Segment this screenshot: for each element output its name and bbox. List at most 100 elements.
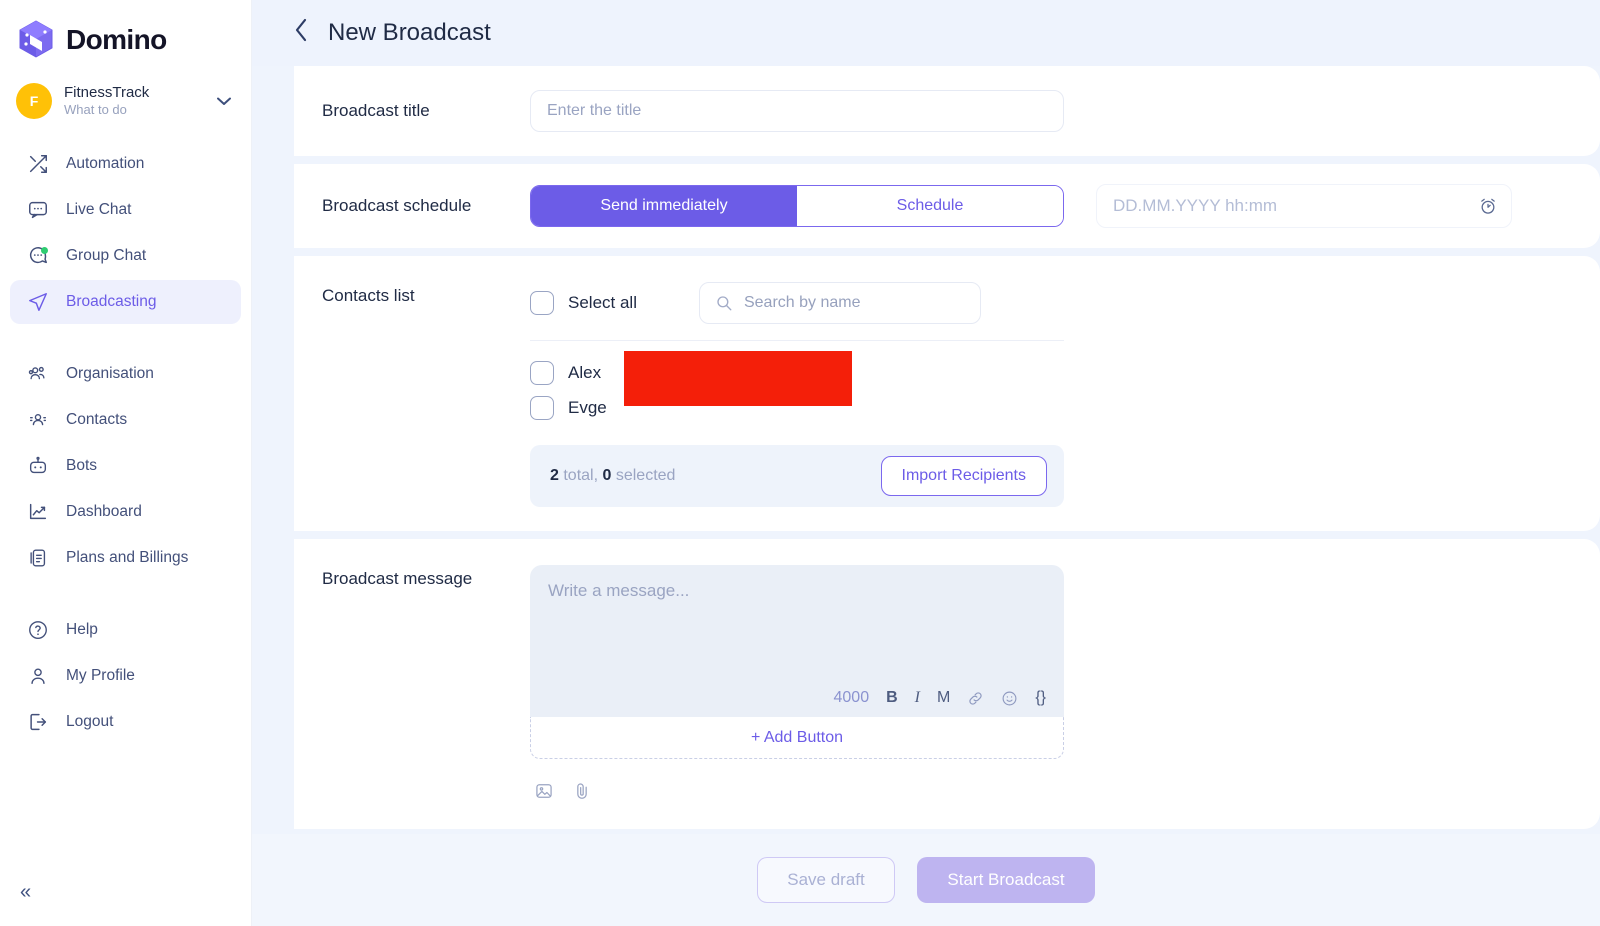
sidebar-item-group-chat[interactable]: Group Chat xyxy=(10,234,241,278)
redaction-overlay xyxy=(624,351,852,406)
robot-icon xyxy=(26,454,50,478)
page-header: New Broadcast xyxy=(252,0,1600,66)
unread-dot xyxy=(41,247,48,254)
page-title: New Broadcast xyxy=(328,19,491,46)
sidebar-item-automation[interactable]: Automation xyxy=(10,142,241,186)
org-switcher[interactable]: F FitnessTrack What to do xyxy=(0,66,251,128)
selected-word: selected xyxy=(611,467,676,484)
schedule-toggle-group: Send immediately Schedule xyxy=(530,185,1064,227)
contact-checkbox[interactable] xyxy=(530,360,554,385)
sidebar-item-organisation[interactable]: Organisation xyxy=(10,352,241,396)
select-all-checkbox[interactable] xyxy=(530,291,554,315)
start-broadcast-button[interactable]: Start Broadcast xyxy=(917,857,1095,903)
broadcast-schedule-label: Broadcast schedule xyxy=(322,196,472,215)
sidebar-item-label: Dashboard xyxy=(66,503,142,520)
sidebar-item-label: My Profile xyxy=(66,667,135,684)
sidebar-item-label: Plans and Billings xyxy=(66,549,189,566)
domino-cube-icon xyxy=(16,19,56,61)
form-footer: Save draft Start Broadcast xyxy=(252,834,1600,926)
paperclip-icon[interactable] xyxy=(572,781,592,801)
brand-logo[interactable]: Domino xyxy=(0,0,251,66)
contacts-icon xyxy=(26,408,50,432)
sidebar-item-label: Live Chat xyxy=(66,201,132,218)
shuffle-icon xyxy=(26,152,50,176)
add-button[interactable]: + Add Button xyxy=(530,717,1064,759)
broadcast-schedule-card: Broadcast schedule Send immediately Sche… xyxy=(294,164,1600,248)
send-immediately-button[interactable]: Send immediately xyxy=(531,186,797,226)
contact-name: Evge xyxy=(568,397,607,417)
sidebar-item-bots[interactable]: Bots xyxy=(10,444,241,488)
schedule-button[interactable]: Schedule xyxy=(797,186,1063,226)
total-word: total, xyxy=(558,467,603,484)
sidebar-item-label: Broadcasting xyxy=(66,293,157,310)
contacts-totals-bar: 2 total, 0 selected Import Recipients xyxy=(530,445,1064,507)
sidebar-group-divider xyxy=(0,326,251,350)
brand-name: Domino xyxy=(66,24,167,55)
alarm-clock-icon[interactable] xyxy=(1478,196,1498,216)
sidebar-item-live-chat[interactable]: Live Chat xyxy=(10,188,241,232)
broadcast-message-label: Broadcast message xyxy=(322,569,473,588)
sidebar-item-label: Logout xyxy=(66,713,114,730)
sidebar-item-label: Organisation xyxy=(66,365,154,382)
org-name: FitnessTrack xyxy=(64,83,150,101)
save-draft-button[interactable]: Save draft xyxy=(757,857,895,903)
form-content: Broadcast title Broadcast schedule Send … xyxy=(252,66,1600,834)
bold-icon[interactable]: B xyxy=(886,690,898,706)
avatar: F xyxy=(16,83,52,119)
import-recipients-button[interactable]: Import Recipients xyxy=(880,456,1047,496)
sidebar-item-label: Group Chat xyxy=(66,247,147,264)
total-count: 2 xyxy=(550,467,559,484)
group-chat-icon xyxy=(26,244,50,268)
app-root: Domino F FitnessTrack What to do Automat… xyxy=(0,0,1600,926)
message-placeholder: Write a message... xyxy=(548,581,690,600)
chevrons-left-icon[interactable]: « xyxy=(20,882,31,902)
image-icon[interactable] xyxy=(534,781,554,801)
sidebar-item-plans-and-billings[interactable]: Plans and Billings xyxy=(10,536,241,580)
variable-braces-icon[interactable]: {} xyxy=(1035,690,1046,706)
sidebar-item-label: Contacts xyxy=(66,411,128,428)
sidebar-item-label: Help xyxy=(66,621,98,638)
chat-icon xyxy=(26,198,50,222)
sidebar-item-contacts[interactable]: Contacts xyxy=(10,398,241,442)
sidebar-item-label: Bots xyxy=(66,457,98,474)
italic-icon[interactable]: I xyxy=(915,690,920,706)
emoji-icon[interactable] xyxy=(1001,690,1018,707)
org-subtitle: What to do xyxy=(64,102,127,118)
sidebar-item-label: Automation xyxy=(66,155,145,172)
sidebar: Domino F FitnessTrack What to do Automat… xyxy=(0,0,252,926)
main-area: New Broadcast Broadcast title Broadcast … xyxy=(252,0,1600,926)
chevron-left-icon[interactable] xyxy=(294,18,308,46)
message-editor[interactable]: Write a message... 4000 B I M {} xyxy=(530,565,1064,717)
people-icon xyxy=(26,362,50,386)
search-icon xyxy=(715,294,733,312)
broadcast-title-card: Broadcast title xyxy=(294,66,1600,156)
logout-icon xyxy=(26,710,50,734)
sidebar-nav: Automation Live Chat Group Chat Broadcas… xyxy=(0,140,251,746)
sidebar-item-help[interactable]: Help xyxy=(10,608,241,652)
markdown-icon[interactable]: M xyxy=(937,690,950,706)
sidebar-group-divider-2 xyxy=(0,582,251,606)
link-icon[interactable] xyxy=(967,690,984,707)
broadcast-title-input[interactable] xyxy=(530,90,1064,132)
schedule-datetime-input[interactable] xyxy=(1096,184,1512,228)
broadcast-message-card: Broadcast message Write a message... 400… xyxy=(294,539,1600,829)
char-counter: 4000 xyxy=(833,689,870,706)
sidebar-item-broadcasting[interactable]: Broadcasting xyxy=(10,280,241,324)
search-input[interactable] xyxy=(698,282,981,324)
contact-name: Alex xyxy=(568,362,602,382)
sidebar-item-logout[interactable]: Logout xyxy=(10,700,241,744)
editor-toolbar: 4000 B I M {} xyxy=(834,689,1047,707)
sidebar-item-dashboard[interactable]: Dashboard xyxy=(10,490,241,534)
billing-icon xyxy=(26,546,50,570)
contacts-card: Contacts list Select all Search by name … xyxy=(294,256,1600,531)
sidebar-item-my-profile[interactable]: My Profile xyxy=(10,654,241,698)
broadcast-title-label: Broadcast title xyxy=(322,101,430,120)
contact-checkbox[interactable] xyxy=(530,395,554,420)
attachment-row xyxy=(530,781,1600,801)
chart-icon xyxy=(26,500,50,524)
chevron-down-icon[interactable] xyxy=(217,94,235,109)
contacts-list-label: Contacts list xyxy=(322,286,415,305)
send-icon xyxy=(26,290,50,314)
select-all-label: Select all xyxy=(568,293,637,312)
help-icon xyxy=(26,618,50,642)
